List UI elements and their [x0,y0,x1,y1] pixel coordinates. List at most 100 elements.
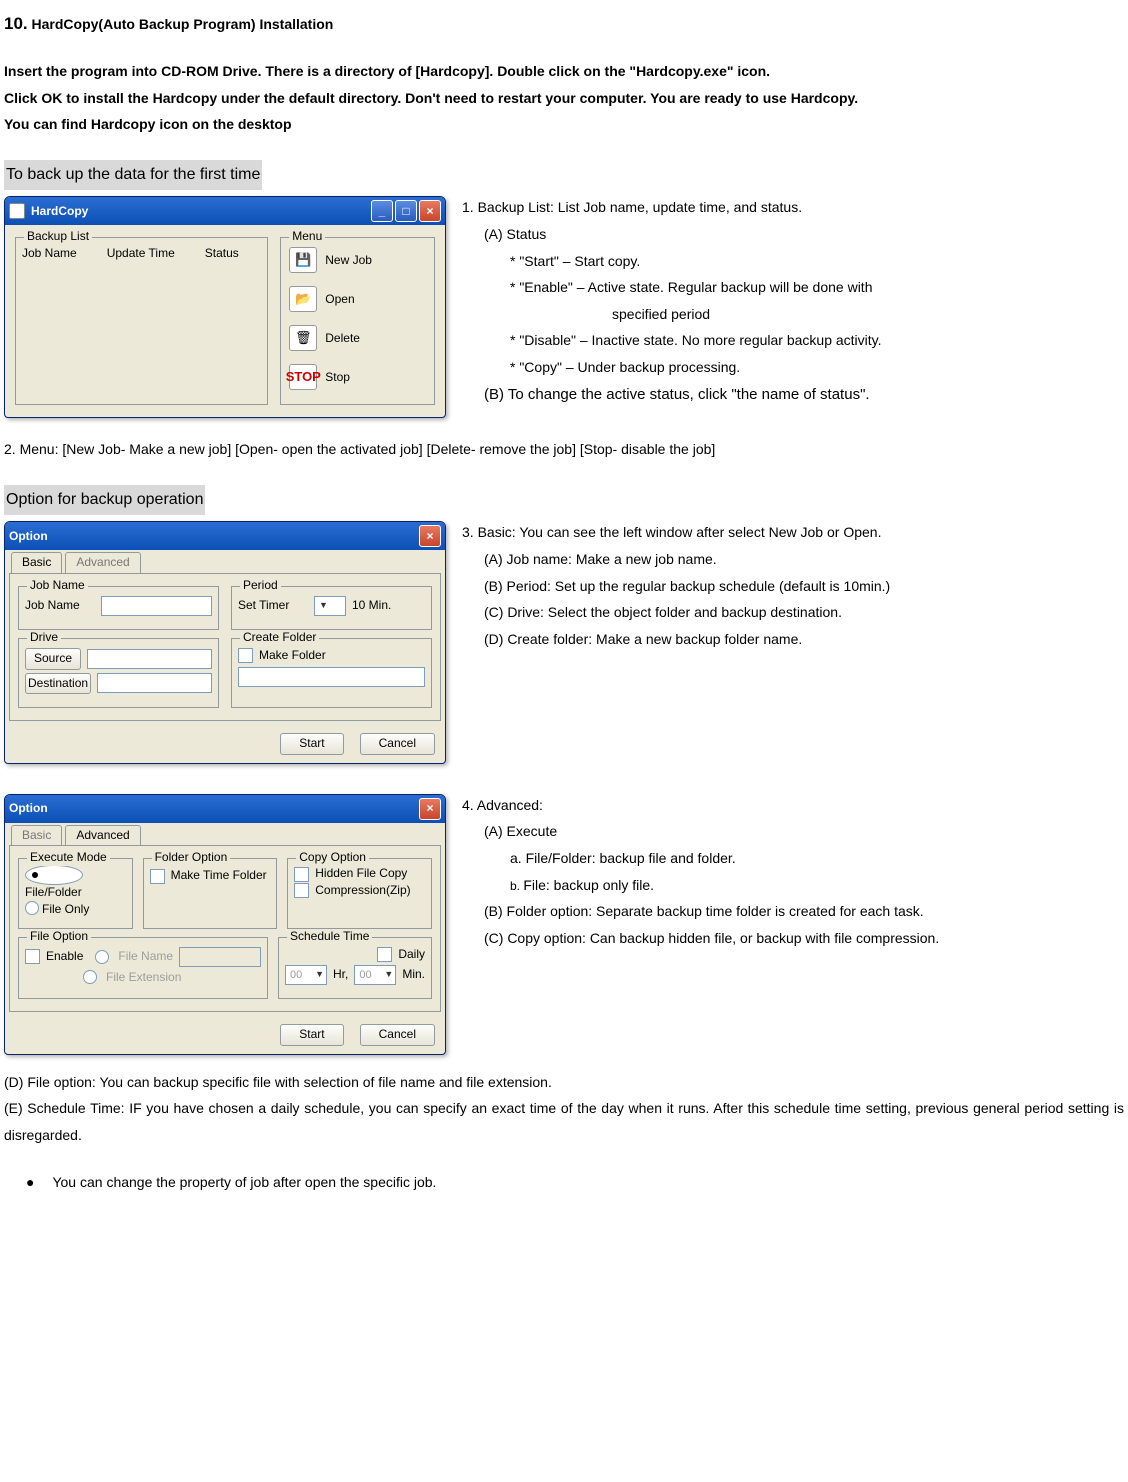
source-path-input[interactable] [87,649,212,669]
checkbox-label: Make Time Folder [171,868,267,884]
desc-basic: 3. Basic: You can see the left window af… [462,519,1124,652]
page-heading: 10. HardCopy(Auto Backup Program) Instal… [4,8,1124,40]
group-legend: Drive [27,630,61,646]
group-legend: Folder Option [152,850,231,866]
group-legend: File Option [27,929,91,945]
heading-text: HardCopy(Auto Backup Program) Installati… [28,16,334,32]
checkbox-label: Compression(Zip) [315,883,410,899]
line: * "Enable" – Active state. Regular backu… [462,274,1124,301]
line: (B) Period: Set up the regular backup sc… [462,573,1124,600]
line: b. File: backup only file. [462,872,1124,899]
backup-list-headers: Job Name Update Time Status [22,244,261,262]
intro-line-1: Insert the program into CD-ROM Drive. Th… [4,58,1124,85]
start-button[interactable]: Start [280,1024,343,1046]
tab-advanced[interactable]: Advanced [65,552,140,573]
menu-delete[interactable]: 🗑 Delete [287,322,428,361]
titlebar[interactable]: HardCopy _ □ × [5,197,445,225]
menu-stop[interactable]: STOP Stop [287,361,428,392]
col-update-time[interactable]: Update Time [107,246,175,262]
line: (A) Job name: Make a new job name. [462,546,1124,573]
make-time-folder-checkbox[interactable] [150,869,165,884]
desc-backup-list: 1. Backup List: List Job name, update ti… [462,194,1124,409]
line: 3. Basic: You can see the left window af… [462,519,1124,546]
folder-open-icon: 📂 [289,286,317,312]
minimize-button[interactable]: _ [371,200,393,222]
start-button[interactable]: Start [280,733,343,755]
job-name-input[interactable] [101,596,212,616]
job-name-group: Job Name Job Name [18,586,219,630]
menu-open[interactable]: 📂 Open [287,283,428,322]
group-legend: Copy Option [296,850,369,866]
execute-mode-group: Execute Mode File/Folder File Only [18,858,133,928]
hardcopy-window: HardCopy _ □ × Backup List Job Name Upda… [4,196,446,418]
schedule-time-desc: (E) Schedule Time: IF you have chosen a … [4,1095,1124,1148]
create-folder-group: Create Folder Make Folder [231,638,432,708]
hr-label: Hr, [333,967,348,983]
make-folder-checkbox[interactable] [238,648,253,663]
line: * "Disable" – Inactive state. No more re… [462,327,1124,354]
line: specified period [462,301,1124,328]
line: (D) Create folder: Make a new backup fol… [462,626,1124,653]
min-label: Min. [402,967,425,983]
stop-icon: STOP [289,364,317,390]
timer-value: 10 Min. [352,598,391,614]
tab-basic[interactable]: Basic [11,825,62,846]
menu-new-job[interactable]: 💾 New Job [287,244,428,283]
checkbox-label: Hidden File Copy [315,866,407,882]
titlebar[interactable]: Option × [5,795,445,823]
compression-checkbox[interactable] [294,883,309,898]
maximize-button[interactable]: □ [395,200,417,222]
menu-label: Open [325,292,354,308]
file-name-input[interactable] [179,947,261,967]
close-button[interactable]: × [419,798,441,820]
schedule-time-group: Schedule Time Daily 00▼ Hr, 00▼ Min. [278,937,432,1000]
tab-basic[interactable]: Basic [11,552,62,573]
close-button[interactable]: × [419,200,441,222]
tab-advanced[interactable]: Advanced [65,825,140,846]
line: (C) Drive: Select the object folder and … [462,599,1124,626]
radio-file-folder[interactable] [25,865,83,885]
group-legend: Job Name [27,578,88,594]
radio-file-name[interactable] [95,950,109,964]
app-icon [9,203,25,219]
job-name-label: Job Name [25,598,95,614]
source-button[interactable]: Source [25,648,81,670]
radio-file-only[interactable] [25,901,39,915]
titlebar[interactable]: Option × [5,522,445,550]
hour-select[interactable]: 00▼ [285,965,327,985]
set-timer-label: Set Timer [238,598,308,614]
timer-select[interactable]: ▼ [314,596,346,616]
bullet-icon: ● [4,1169,34,1196]
col-status[interactable]: Status [205,246,239,262]
group-legend: Period [240,578,281,594]
copy-option-group: Copy Option Hidden File Copy Compression… [287,858,432,928]
drive-group: Drive Source Destination [18,638,219,708]
group-legend: Execute Mode [27,850,110,866]
daily-checkbox[interactable] [377,947,392,962]
cancel-button[interactable]: Cancel [360,1024,435,1046]
enable-checkbox[interactable] [25,949,40,964]
radio-label: File/Folder [25,885,82,899]
cancel-button[interactable]: Cancel [360,733,435,755]
line: (B) Folder option: Separate backup time … [462,898,1124,925]
window-title: Option [9,801,48,817]
section-title-option: Option for backup operation [4,485,205,515]
close-button[interactable]: × [419,525,441,547]
group-legend-backup-list: Backup List [24,229,92,245]
col-job-name[interactable]: Job Name [22,246,77,262]
enable-label: Enable [46,949,83,965]
destination-path-input[interactable] [97,673,212,693]
minute-select[interactable]: 00▼ [354,965,396,985]
intro-line-2: Click OK to install the Hardcopy under t… [4,85,1124,112]
file-option-desc: (D) File option: You can backup specific… [4,1069,1124,1096]
folder-name-input[interactable] [238,667,425,687]
destination-button[interactable]: Destination [25,673,91,695]
group-legend: Schedule Time [287,929,372,945]
intro-block: Insert the program into CD-ROM Drive. Th… [4,58,1124,138]
option-advanced-window: Option × Basic Advanced Execute Mode Fil… [4,794,446,1055]
hidden-file-copy-checkbox[interactable] [294,867,309,882]
file-option-group: File Option Enable File Name File Extens… [18,937,268,1000]
radio-file-extension[interactable] [83,970,97,984]
window-title: Option [9,529,48,545]
line: 1. Backup List: List Job name, update ti… [462,194,1124,221]
